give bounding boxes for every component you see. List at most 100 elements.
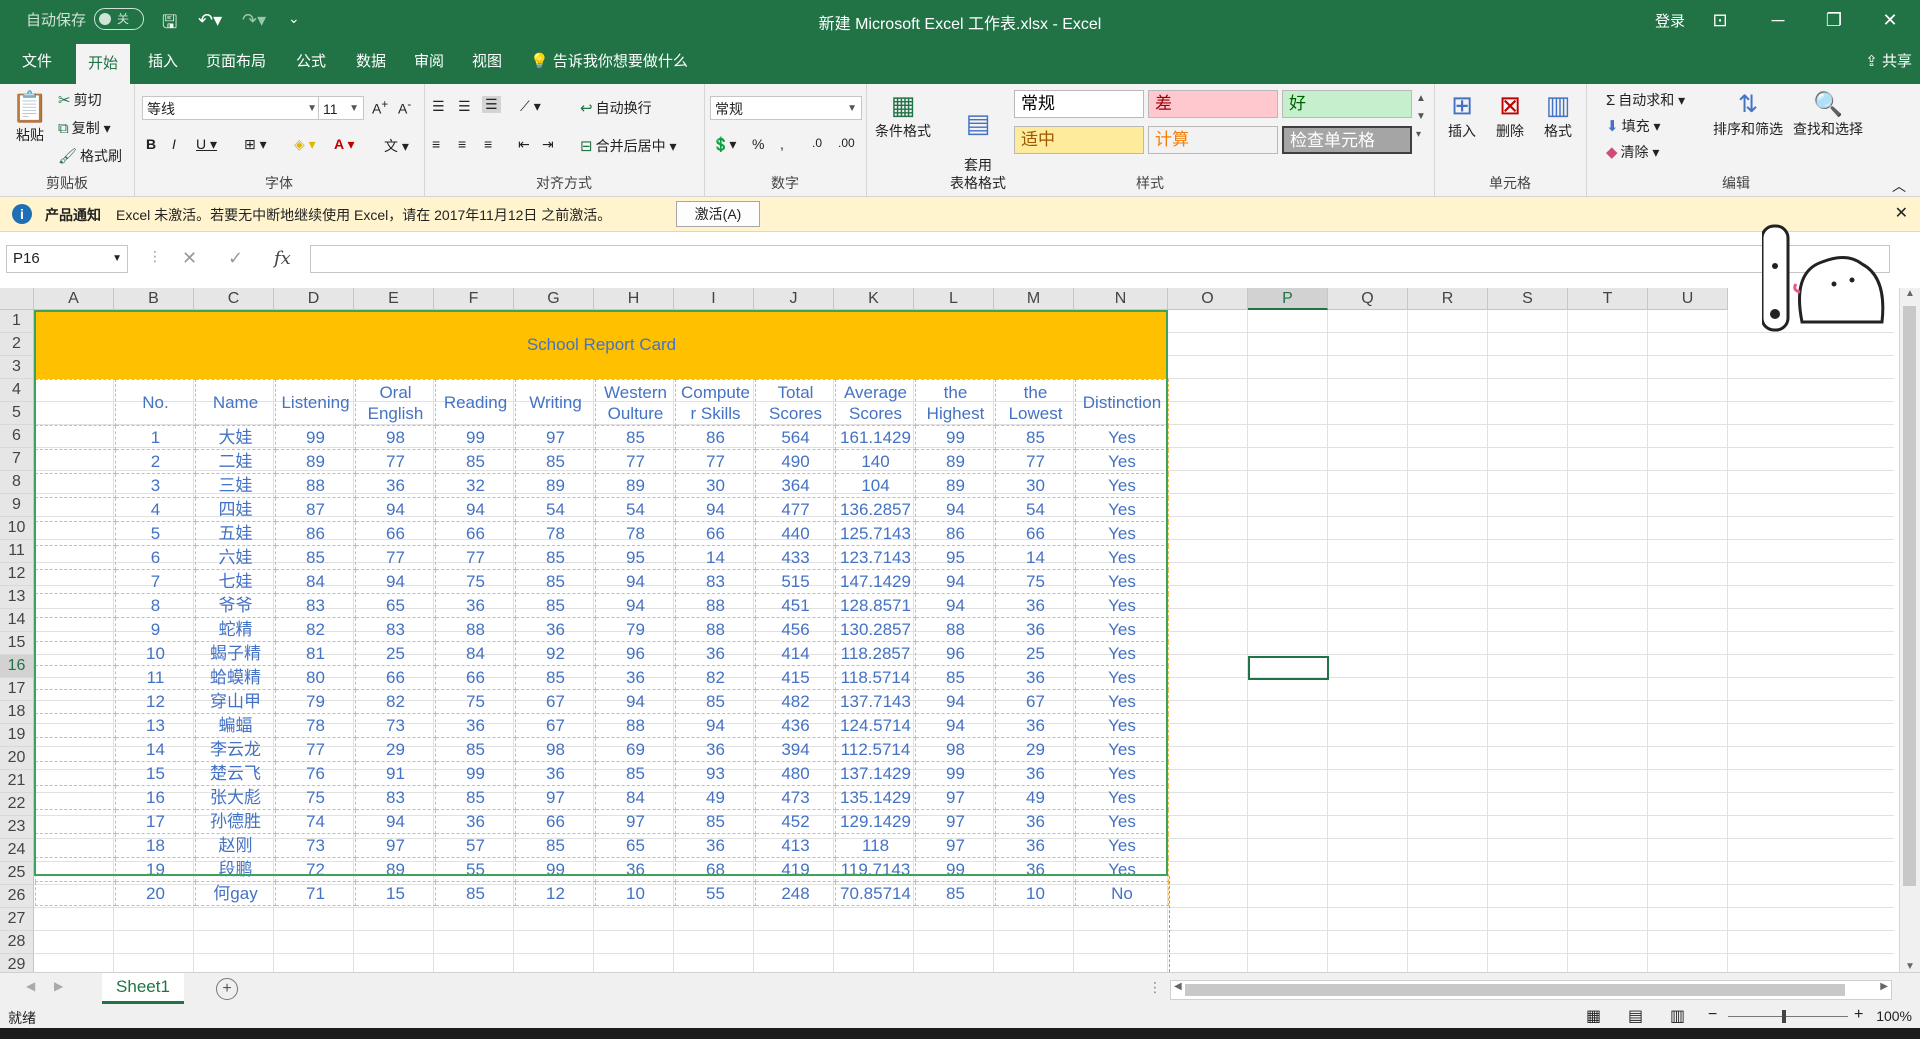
table-cell[interactable]: 85	[435, 785, 516, 810]
worksheet-grid[interactable]: ABCDEFGHIJKLMNOPQRSTU 1 2 3 4 5 6 7 8 9 10 11 12 13 1…	[0, 288, 1920, 972]
table-cell[interactable]: 78	[595, 521, 676, 546]
format-painter-button[interactable]: 🖌 格式刷	[58, 146, 122, 166]
autosum-button[interactable]: Σ 自动求和 ▾	[1606, 90, 1685, 110]
row-header-12[interactable]: 12	[0, 563, 34, 586]
table-cell[interactable]: 25	[995, 641, 1076, 666]
increase-decimal-icon[interactable]: .0	[812, 136, 822, 150]
table-cell[interactable]: 36	[675, 833, 756, 858]
table-cell[interactable]: 75	[435, 569, 516, 594]
table-cell[interactable]: 54	[995, 497, 1076, 522]
normal-view-icon[interactable]: ▦	[1586, 1006, 1601, 1026]
table-cell[interactable]: 135.1429	[835, 785, 916, 810]
font-color-icon[interactable]: A ▾	[334, 136, 355, 153]
row-header-24[interactable]: 24	[0, 839, 34, 862]
table-cell[interactable]: 94	[595, 689, 676, 714]
table-cell[interactable]: 75	[995, 569, 1076, 594]
font-family-select[interactable]: 等线 ▼	[142, 96, 322, 120]
table-cell[interactable]: 482	[755, 689, 836, 714]
table-cell[interactable]: 85	[915, 881, 996, 906]
column-header-b[interactable]: B	[114, 288, 194, 310]
align-middle-icon[interactable]: ☰	[458, 98, 471, 115]
table-cell[interactable]: 119.7143	[835, 857, 916, 882]
table-cell[interactable]: Yes	[1075, 449, 1169, 474]
style-calculation[interactable]: 计算	[1148, 126, 1278, 154]
row-header-3[interactable]: 3	[0, 356, 34, 379]
table-cell[interactable]: 85	[515, 665, 596, 690]
column-header-i[interactable]: I	[674, 288, 754, 310]
table-cell[interactable]: 六娃	[195, 545, 276, 570]
table-cell[interactable]: 8	[115, 593, 196, 618]
tab-review[interactable]: 审阅	[402, 40, 456, 84]
row-header-4[interactable]: 4	[0, 379, 34, 402]
table-cell-empty[interactable]	[35, 761, 116, 786]
table-cell[interactable]: 蝙蝠	[195, 713, 276, 738]
table-cell[interactable]: 36	[435, 593, 516, 618]
table-cell[interactable]: 66	[515, 809, 596, 834]
table-cell[interactable]: 91	[355, 761, 436, 786]
table-cell[interactable]: 楚云飞	[195, 761, 276, 786]
row-header-19[interactable]: 19	[0, 724, 34, 747]
table-cell[interactable]: 29	[995, 737, 1076, 762]
table-cell[interactable]: 89	[915, 449, 996, 474]
table-cell[interactable]: 93	[675, 761, 756, 786]
table-cell[interactable]: 李云龙	[195, 737, 276, 762]
table-cell[interactable]: 89	[355, 857, 436, 882]
table-cell[interactable]: 71	[275, 881, 356, 906]
table-cell[interactable]: 66	[435, 521, 516, 546]
table-cell[interactable]: 何gay	[195, 881, 276, 906]
grow-font-icon[interactable]: A+	[372, 98, 388, 117]
table-cell-empty[interactable]	[35, 809, 116, 834]
table-cell[interactable]: 96	[595, 641, 676, 666]
zoom-slider[interactable]	[1728, 1016, 1848, 1017]
table-cell[interactable]: 82	[675, 665, 756, 690]
minimize-icon[interactable]: ─	[1758, 6, 1798, 34]
table-cell[interactable]: 67	[995, 689, 1076, 714]
table-cell[interactable]: 84	[275, 569, 356, 594]
table-cell[interactable]: 36	[675, 641, 756, 666]
table-cell[interactable]: 7	[115, 569, 196, 594]
percent-icon[interactable]: %	[752, 136, 764, 152]
table-cell-empty[interactable]	[35, 617, 116, 642]
row-header-22[interactable]: 22	[0, 793, 34, 816]
table-cell[interactable]: 74	[275, 809, 356, 834]
table-cell[interactable]: 32	[435, 473, 516, 498]
table-cell[interactable]: 97	[915, 833, 996, 858]
column-header-j[interactable]: J	[754, 288, 834, 310]
table-cell[interactable]: 129.1429	[835, 809, 916, 834]
table-cell[interactable]: 77	[275, 737, 356, 762]
column-header-o[interactable]: O	[1168, 288, 1248, 310]
table-cell[interactable]: 13	[115, 713, 196, 738]
row-header-7[interactable]: 7	[0, 448, 34, 471]
increase-indent-icon[interactable]: ⇥	[542, 136, 554, 153]
table-cell[interactable]: Yes	[1075, 425, 1169, 450]
header-cell[interactable]: Reading	[435, 379, 516, 426]
table-cell[interactable]: 12	[115, 689, 196, 714]
column-header-e[interactable]: E	[354, 288, 434, 310]
table-cell[interactable]: 77	[675, 449, 756, 474]
table-cell[interactable]: 3	[115, 473, 196, 498]
row-header-9[interactable]: 9	[0, 494, 34, 517]
table-cell[interactable]: 36	[595, 665, 676, 690]
table-cell[interactable]: 段鹏	[195, 857, 276, 882]
table-cell[interactable]: 94	[915, 497, 996, 522]
row-header-21[interactable]: 21	[0, 770, 34, 793]
header-cell[interactable]: the Highest	[915, 379, 996, 426]
tell-me-box[interactable]: 💡 告诉我你想要做什么	[530, 40, 688, 84]
style-good[interactable]: 好	[1282, 90, 1412, 118]
style-check-cell[interactable]: 检查单元格	[1282, 126, 1412, 154]
row-header-17[interactable]: 17	[0, 678, 34, 701]
close-icon[interactable]: ✕	[1895, 203, 1908, 223]
table-cell[interactable]: 55	[435, 857, 516, 882]
row-header-1[interactable]: 1	[0, 310, 34, 333]
header-cell[interactable]: Name	[195, 379, 276, 426]
collapse-ribbon-icon[interactable]: ︿	[1892, 176, 1906, 196]
table-cell[interactable]: 480	[755, 761, 836, 786]
table-cell[interactable]: 68	[675, 857, 756, 882]
number-format-select[interactable]: 常规 ▼	[710, 96, 862, 120]
table-cell[interactable]: Yes	[1075, 809, 1169, 834]
header-cell[interactable]: Western Oulture	[595, 379, 676, 426]
table-cell[interactable]: 94	[675, 713, 756, 738]
table-cell[interactable]: 77	[355, 449, 436, 474]
table-cell[interactable]: Yes	[1075, 737, 1169, 762]
table-cell[interactable]: 赵刚	[195, 833, 276, 858]
